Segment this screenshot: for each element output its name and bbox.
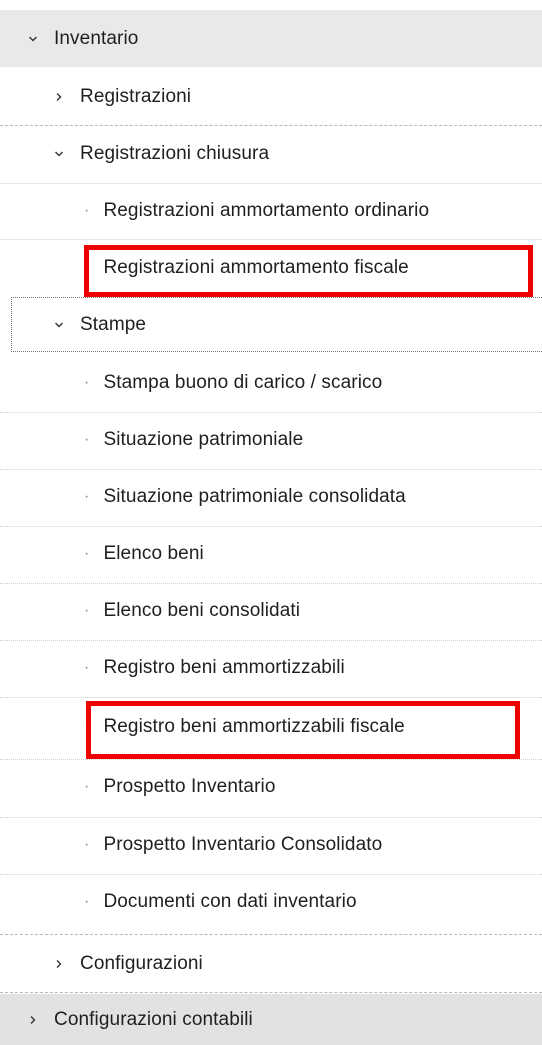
menu-item-registro-beni-ammortizzabili[interactable]: · Registro beni ammortizzabili — [0, 641, 542, 695]
menu-label-registrazioni-chiusura: Registrazioni chiusura — [80, 143, 270, 164]
menu-item-registrazioni-ammortamento-ordinario[interactable]: · Registrazioni ammortamento ordinario — [0, 184, 542, 238]
menu-label: Elenco beni consolidati — [103, 600, 301, 621]
menu-label: Situazione patrimoniale — [103, 429, 304, 450]
divider — [0, 992, 542, 993]
menu-item-registrazioni[interactable]: Registrazioni — [0, 70, 542, 124]
divider — [0, 934, 542, 935]
bullet-icon: · — [84, 836, 90, 853]
bullet-icon: · — [84, 202, 90, 219]
menu-label-configurazioni-contabili: Configurazioni contabili — [54, 1008, 253, 1030]
chevron-right-icon — [54, 92, 64, 102]
chevron-right-icon — [54, 959, 64, 969]
highlight-box-ammortamento-fiscale — [84, 245, 533, 297]
menu-item-elenco-beni-consolidati[interactable]: · Elenco beni consolidati — [0, 584, 542, 638]
menu-label-stampe: Stampe — [80, 314, 147, 335]
menu-label: Situazione patrimoniale consolidata — [103, 486, 406, 507]
menu-label: Prospetto Inventario — [103, 776, 276, 797]
chevron-down-icon — [28, 34, 38, 44]
chevron-down-icon — [54, 320, 64, 330]
menu-section-inventario[interactable]: Inventario — [0, 10, 542, 67]
bullet-icon: · — [84, 545, 90, 562]
bullet-icon: · — [84, 602, 90, 619]
menu-label: Registro beni ammortizzabili — [103, 657, 345, 678]
menu-label: Registrazioni ammortamento ordinario — [103, 200, 430, 221]
menu-item-stampe[interactable]: Stampe — [0, 298, 542, 352]
menu-label: Stampa buono di carico / scarico — [103, 372, 383, 393]
navigation-menu: Inventario Registrazioni Registrazioni c… — [0, 0, 542, 1045]
divider — [0, 125, 542, 126]
highlight-box-registro-fiscale — [86, 701, 520, 759]
menu-item-situazione-patrimoniale[interactable]: · Situazione patrimoniale — [0, 413, 542, 467]
menu-label-configurazioni: Configurazioni — [80, 953, 203, 974]
menu-item-prospetto-inventario-consolidato[interactable]: · Prospetto Inventario Consolidato — [0, 818, 542, 872]
bullet-icon: · — [84, 659, 90, 676]
bullet-icon: · — [84, 374, 90, 391]
menu-item-registrazioni-chiusura[interactable]: Registrazioni chiusura — [0, 127, 542, 181]
menu-label-inventario: Inventario — [54, 27, 139, 49]
bullet-icon: · — [84, 488, 90, 505]
menu-item-prospetto-inventario[interactable]: · Prospetto Inventario — [0, 760, 542, 814]
menu-item-elenco-beni[interactable]: · Elenco beni — [0, 527, 542, 581]
bullet-icon: · — [84, 893, 90, 910]
menu-item-stampa-buono[interactable]: · Stampa buono di carico / scarico — [0, 356, 542, 410]
bullet-icon: · — [84, 431, 90, 448]
menu-section-configurazioni-contabili[interactable]: Configurazioni contabili — [0, 994, 542, 1045]
bullet-icon: · — [84, 778, 90, 795]
divider — [0, 239, 542, 240]
menu-item-configurazioni[interactable]: Configurazioni — [0, 936, 542, 992]
menu-label: Documenti con dati inventario — [103, 891, 357, 912]
menu-label-registrazioni: Registrazioni — [80, 86, 192, 107]
menu-item-documenti-con-dati-inventario[interactable]: · Documenti con dati inventario — [0, 875, 542, 929]
chevron-right-icon — [28, 1015, 38, 1025]
menu-label: Prospetto Inventario Consolidato — [103, 834, 383, 855]
chevron-down-icon — [54, 149, 64, 159]
menu-item-situazione-patrimoniale-consolidata[interactable]: · Situazione patrimoniale consolidata — [0, 470, 542, 524]
menu-label: Elenco beni — [103, 543, 204, 564]
